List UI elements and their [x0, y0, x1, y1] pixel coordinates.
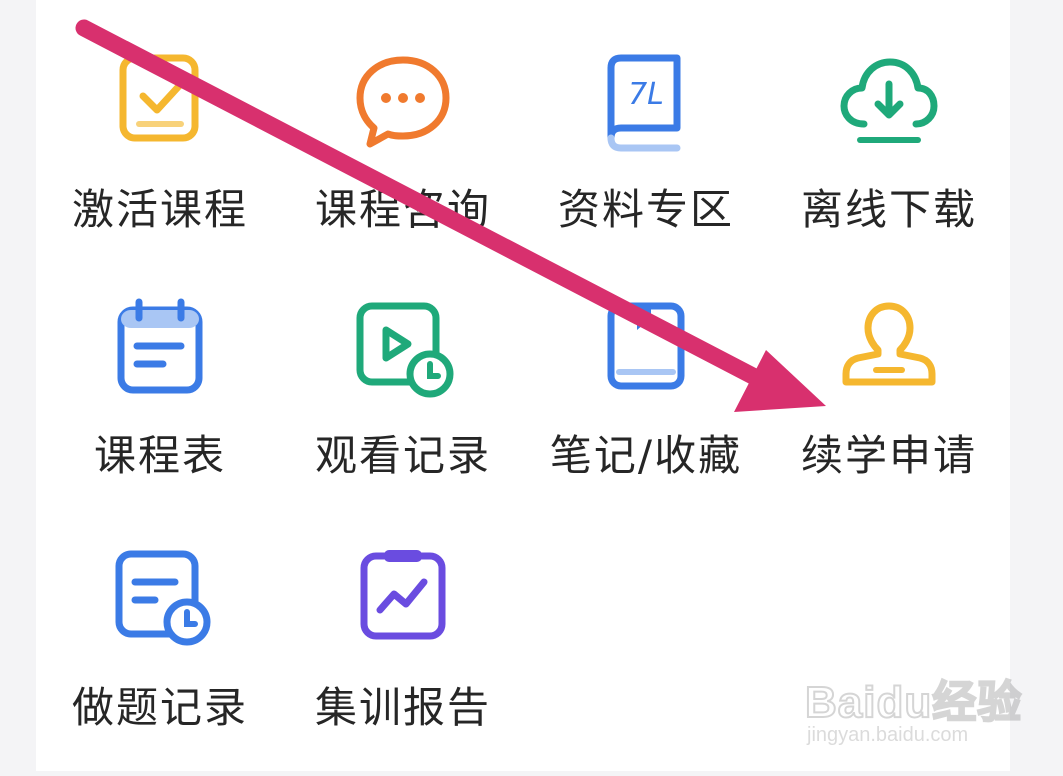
- svg-text:7L: 7L: [628, 77, 664, 112]
- watermark-brand: Baidu经验: [804, 677, 1023, 728]
- menu-item-schedule[interactable]: 课程表: [50, 296, 270, 526]
- watch-history-icon: [348, 296, 458, 406]
- menu-item-label: 激活课程: [71, 185, 248, 234]
- book-icon: 7L: [591, 48, 701, 158]
- menu-item-training-report[interactable]: 集训报告: [293, 546, 513, 776]
- menu-item-materials[interactable]: 7L 资料专区: [536, 48, 756, 278]
- menu-item-label: 做题记录: [71, 683, 248, 732]
- activate-course-icon: [105, 48, 215, 158]
- menu-item-label: 资料专区: [557, 185, 734, 234]
- menu-item-renewal-application[interactable]: 续学申请: [779, 296, 999, 526]
- cloud-download-icon: [834, 48, 944, 158]
- menu-item-label: 笔记/收藏: [549, 431, 743, 480]
- watermark-url: jingyan.baidu.com: [807, 724, 969, 746]
- menu-item-offline-download[interactable]: 离线下载: [779, 48, 999, 278]
- menu-item-label: 集训报告: [314, 683, 491, 732]
- menu-item-watch-history[interactable]: 观看记录: [293, 296, 513, 526]
- menu-item-label: 续学申请: [800, 431, 977, 480]
- calendar-icon: [105, 296, 215, 406]
- person-stamp-icon: [834, 296, 944, 406]
- menu-item-notes-favorites[interactable]: 笔记/收藏: [536, 296, 756, 526]
- menu-item-course-consult[interactable]: 课程咨询: [293, 48, 513, 278]
- menu-item-exercise-record[interactable]: 做题记录: [50, 546, 270, 776]
- menu-item-label: 离线下载: [800, 185, 977, 234]
- exercise-record-icon: [105, 546, 215, 656]
- trend-report-icon: [348, 546, 458, 656]
- menu-item-label: 课程咨询: [314, 185, 491, 234]
- menu-item-activate-course[interactable]: 激活课程: [50, 48, 270, 278]
- chat-bubble-icon: [348, 48, 458, 158]
- menu-item-label: 观看记录: [314, 431, 491, 480]
- baidu-watermark: Baidu经验 jingyan.baidu.com: [804, 650, 1022, 760]
- notebook-icon: [591, 296, 701, 406]
- menu-item-label: 课程表: [93, 431, 226, 480]
